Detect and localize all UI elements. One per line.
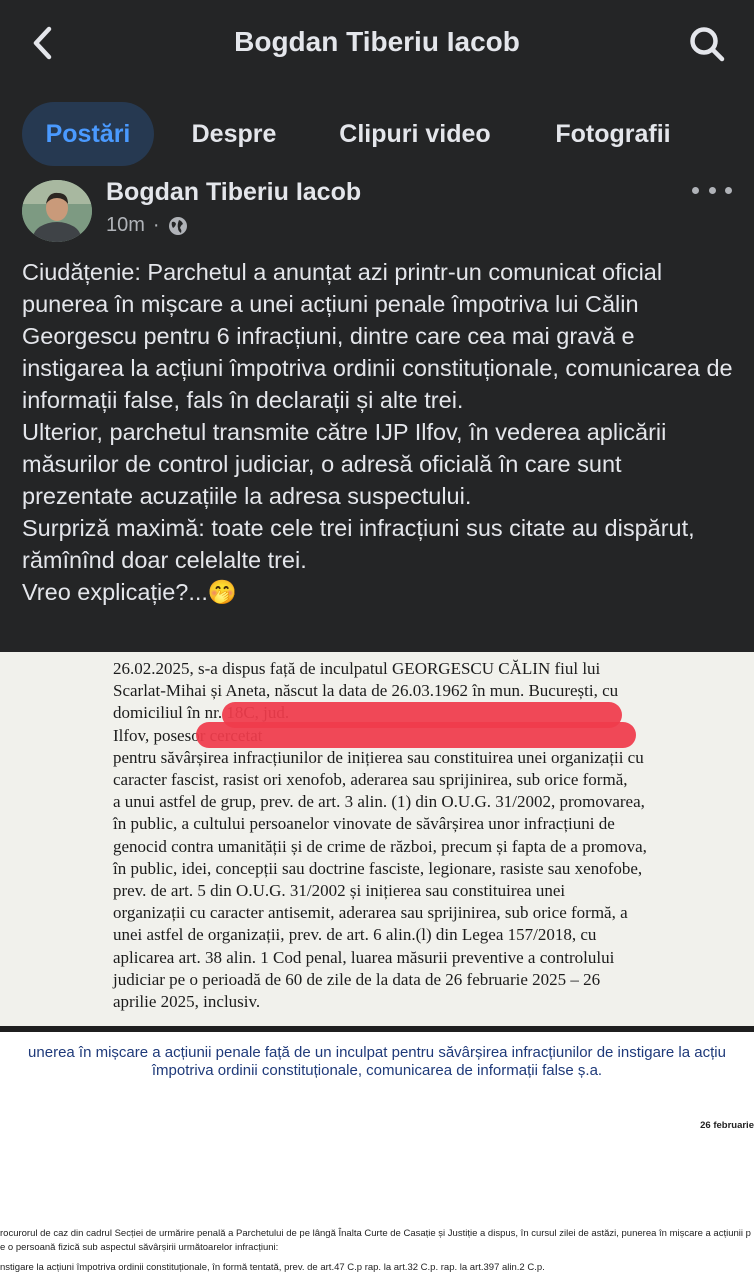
document-line: în public, idei, concepții sau doctrine … [113,858,643,878]
tab-about[interactable]: Despre [172,102,296,166]
document-line: organizații cu caracter antisemit, adera… [113,903,628,923]
globe-icon [168,216,187,235]
document-line: 26.02.2025, s-a dispus față de inculpatu… [113,659,601,678]
document-line: aprilie 2025, inclusiv. [113,992,261,1012]
document-line: în public, a cultului persoanelor vinova… [113,814,615,834]
document-line: caracter fascist, rasist ori xenofob, ad… [113,770,628,790]
post-text: Ciudățenie: Parchetul a anunțat azi prin… [22,256,734,608]
tab-photos[interactable]: Fotografii [536,102,690,166]
post-paragraph: Ulterior, parchetul transmite către IJP … [22,419,667,509]
document-line: prev. de art. 5 din O.U.G. 31/2002 și in… [113,881,566,901]
press-release-line: rocurorul de caz din cadrul Secției de u… [0,1228,751,1239]
document-line: unei astfel de organizații, prev. de art… [113,925,597,945]
press-release-line: nstigare la acțiuni împotriva ordinii co… [0,1262,545,1273]
post-paragraph: Vreo explicație?...🤭 [22,579,238,605]
search-icon [690,27,725,62]
post-time[interactable]: 10m [106,214,145,237]
avatar[interactable] [22,180,92,242]
profile-page: Bogdan Tiberiu Iacob Postări Despre Clip… [0,0,754,1280]
more-dot [725,186,732,194]
avatar-image [22,180,92,242]
press-release-heading: unerea în mișcare a acțiunii penale față… [0,1044,754,1080]
post-paragraph: Surpriză maximă: toate cele trei infracț… [22,515,695,573]
page-title: Bogdan Tiberiu Iacob [234,26,520,57]
document-line: genocid contra umanității și de crime de… [113,836,647,856]
more-options-button[interactable] [692,178,732,202]
heading-line: unerea în mișcare a acțiunii penale față… [28,1044,726,1061]
post-attached-image[interactable]: 26.02.2025, s-a dispus față de inculpatu… [0,652,754,1280]
document-line: judiciar pe o perioadă de 60 de zile de … [113,969,601,989]
tab-posts[interactable]: Postări [22,102,154,166]
document-line: Scarlat-Mihai și Aneta, născut la data d… [113,681,619,701]
profile-tabs: Postări Despre Clipuri video Fotografii [0,102,754,166]
top-bar: Bogdan Tiberiu Iacob [0,0,754,88]
document-line: a unui astfel de grup, prev. de art. 3 a… [113,792,645,812]
more-dot [708,186,716,194]
press-release-line: e o persoană fizică sub aspectul săvârși… [0,1242,279,1253]
post-paragraph: Ciudățenie: Parchetul a anunțat azi prin… [22,259,733,413]
document-photo: 26.02.2025, s-a dispus față de inculpatu… [0,652,754,1027]
post-meta: 10m · [106,214,188,237]
press-release-screenshot: unerea în mișcare a acțiunii penale față… [0,1032,754,1280]
search-button[interactable] [686,22,728,66]
heading-line: împotriva ordinii constituționale, comun… [151,1062,603,1079]
press-release-date: 26 februarie [700,1120,754,1131]
meta-separator: · [152,214,160,236]
more-horizontal-icon [692,186,699,194]
redaction-mark [196,722,636,748]
post-author-name[interactable]: Bogdan Tiberiu Iacob [106,178,361,207]
tab-videos[interactable]: Clipuri video [320,102,510,166]
document-line: aplicarea art. 38 alin. 1 Cod penal, lua… [113,947,615,967]
document-line: pentru săvârșirea infracțiunilor de iniț… [113,747,644,767]
